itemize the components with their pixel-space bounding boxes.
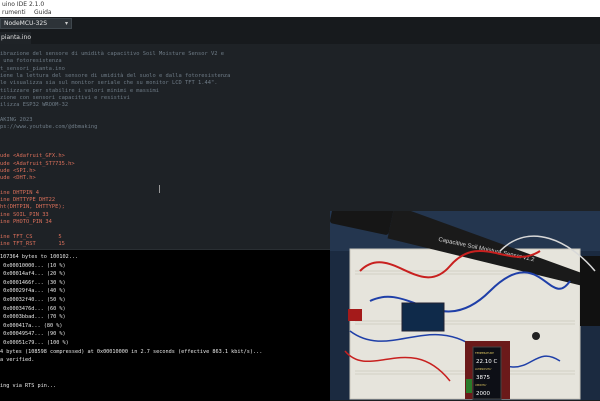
svg-text:22.10 C: 22.10 C (476, 359, 497, 365)
console-line: 0x0003476d... (60 %) (0, 305, 66, 312)
menu-item-strumenti[interactable]: rumenti (2, 9, 26, 17)
console-line: 0x00014af4... (20 %) (0, 271, 66, 278)
toolbar: NodeMCU-32S ▾ (0, 17, 600, 32)
console-line: 0x00049547... (90 %) (0, 331, 66, 338)
svg-text:3875: 3875 (476, 375, 490, 381)
board-selector-dropdown[interactable]: NodeMCU-32S ▾ (0, 18, 72, 29)
tab-pianta-ino[interactable]: pianta.ino (0, 32, 31, 44)
file-tabs: pianta.ino (0, 32, 600, 44)
tft-display: TEMPERATURE 22.10 C LUMINOSITA' 3875 UMI… (472, 346, 502, 400)
console-line: 0x0001466f... (30 %) (0, 279, 66, 286)
window-titlebar: uino IDE 2.1.0 (0, 0, 600, 9)
console-line: 0x000417a... (80 %) (0, 322, 63, 329)
console-line: a verified. (0, 357, 35, 364)
console-line: ing via RTS pin... (0, 383, 57, 389)
console-line: 0x00029f4a... (40 %) (0, 288, 66, 295)
output-console[interactable]: 107364 bytes to 100102... 0x00010000... … (0, 249, 330, 401)
menu-item-guida[interactable]: Guida (34, 9, 52, 17)
board-selector-label: NodeMCU-32S (4, 20, 48, 27)
window-title: uino IDE 2.1.0 (2, 1, 45, 8)
console-line: 4 bytes (108598 compressed) at 0x0001000… (0, 348, 263, 355)
code-line: ude <DHT.h> (0, 175, 36, 182)
code-line: ine TFT_RST 15 (0, 240, 65, 247)
console-line: 0x00051c79... (100 %) (0, 340, 69, 346)
hardware-photo: Capacitive Soil Moisture Sensor v1.2 TEM… (330, 211, 600, 400)
code-line: ilizza ESP32 WROOM-32 (0, 102, 69, 109)
tab-label: pianta.ino (1, 34, 32, 41)
svg-text:UMIDITA': UMIDITA' (475, 383, 487, 387)
console-line: 0x0003bbad... (70 %) (0, 314, 66, 321)
text-cursor-icon (159, 185, 162, 193)
console-line: 0x00032f40... (50 %) (0, 297, 66, 303)
console-line: 0x00010000... (10 %) (0, 262, 66, 269)
code-line: ps://www.youtube.com/@dbmaking (0, 124, 98, 130)
code-line: ine PHOTO_PIN 34 (0, 218, 52, 225)
svg-text:LUMINOSITA': LUMINOSITA' (475, 367, 492, 371)
svg-text:TEMPERATURE: TEMPERATURE (475, 351, 494, 355)
console-line: 107364 bytes to 100102... (0, 254, 79, 260)
chevron-down-icon: ▾ (64, 20, 68, 27)
breadboard-photo: Capacitive Soil Moisture Sensor v1.2 TEM… (330, 211, 600, 400)
svg-text:2000: 2000 (476, 391, 490, 397)
